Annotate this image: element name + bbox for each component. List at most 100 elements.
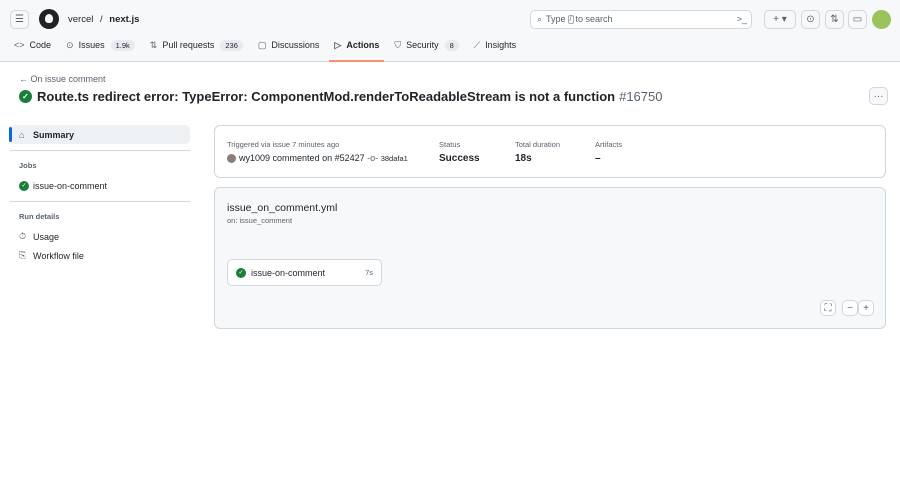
job-node[interactable]: ✓ issue-on-comment 7s bbox=[227, 259, 382, 286]
tab-counter: 1.9k bbox=[110, 40, 135, 51]
tab-discussions[interactable]: ▢ Discussions bbox=[258, 40, 320, 62]
breadcrumb: vercel / next.js bbox=[68, 14, 139, 25]
plus-icon: + bbox=[863, 302, 869, 314]
sidebar-item-job[interactable]: ✓ issue-on-comment bbox=[10, 176, 190, 195]
commit-icon: -o- bbox=[367, 153, 379, 163]
page-title: ✓ Route.ts redirect error: TypeError: Co… bbox=[19, 89, 662, 104]
code-icon: <> bbox=[14, 40, 25, 50]
discussion-icon: ▢ bbox=[257, 40, 267, 50]
tab-label: Discussions bbox=[271, 40, 320, 50]
menu-button[interactable]: ☰ bbox=[10, 9, 29, 29]
search-shortcut: / bbox=[567, 14, 574, 24]
tab-insights[interactable]: ⟋ Insights bbox=[474, 40, 516, 62]
pull-request-icon: ⇅ bbox=[149, 40, 158, 50]
pull-requests-button[interactable]: ⇅ bbox=[825, 9, 844, 29]
issues-button[interactable]: ⊙ bbox=[801, 9, 820, 29]
fullscreen-icon: ⛶ bbox=[824, 302, 832, 314]
jobs-heading: Jobs bbox=[19, 161, 37, 170]
repo-nav: <> Code ⊙ Issues 1.9k ⇅ Pull requests 236 ▢ Discu… bbox=[14, 40, 531, 62]
job-label: issue-on-comment bbox=[33, 180, 108, 191]
sidebar-item-usage[interactable]: ⏱ Usage bbox=[10, 227, 190, 246]
tab-actions[interactable]: ▷ Actions bbox=[329, 40, 385, 62]
issue-icon: ⊙ bbox=[806, 13, 815, 25]
artifacts-label: Artifacts bbox=[595, 140, 623, 149]
workflow-graph: issue_on_comment.yml on: issue_comment ✓… bbox=[214, 187, 886, 329]
create-new-button[interactable]: + ▾ bbox=[764, 9, 796, 29]
job-name: issue-on-comment bbox=[251, 267, 326, 278]
tab-issues[interactable]: ⊙ Issues 1.9k bbox=[66, 40, 135, 62]
issue-icon: ⊙ bbox=[66, 40, 74, 50]
more-options-button[interactable]: ··· bbox=[869, 87, 888, 105]
search-placeholder: Type bbox=[546, 14, 566, 24]
tab-label: Pull requests bbox=[162, 40, 215, 50]
summary-label: Summary bbox=[33, 129, 75, 140]
repo-link[interactable]: next.js bbox=[109, 14, 139, 25]
action-text: commented on bbox=[272, 153, 333, 163]
sidebar: ⌂ Summary Jobs ✓ issue-on-comment Run deta… bbox=[9, 125, 190, 265]
tab-counter: 8 bbox=[444, 40, 459, 51]
run-title: Route.ts redirect error: TypeError: Comp… bbox=[37, 89, 616, 104]
run-summary-card: Triggered via issue 7 minutes ago wy1009… bbox=[214, 125, 886, 178]
tab-label: Security bbox=[406, 40, 439, 50]
pull-request-icon: ⇅ bbox=[830, 13, 839, 25]
commit-link[interactable]: 38dafa1 bbox=[381, 154, 408, 163]
workflow-file-label: Workflow file bbox=[33, 250, 84, 261]
plus-icon: + ▾ bbox=[773, 13, 787, 25]
check-circle-icon: ✓ bbox=[19, 180, 29, 191]
run-number: #16750 bbox=[619, 89, 663, 104]
workflow-file-name: issue_on_comment.yml bbox=[227, 202, 338, 214]
search-placeholder-suffix: to search bbox=[575, 14, 613, 24]
app-header: ☰ vercel / next.js ⌕ Type / to search >_… bbox=[0, 0, 900, 62]
minus-icon: − bbox=[847, 302, 853, 314]
check-circle-icon: ✓ bbox=[236, 267, 246, 278]
tab-label: Insights bbox=[485, 40, 517, 50]
job-duration: 7s bbox=[365, 268, 373, 277]
run-details-heading: Run details bbox=[19, 212, 60, 221]
duration-value: 18s bbox=[515, 153, 532, 164]
kebab-icon: ··· bbox=[873, 90, 884, 102]
user-avatar bbox=[227, 154, 236, 164]
zoom-out-button[interactable]: − bbox=[842, 300, 858, 316]
check-circle-icon: ✓ bbox=[19, 90, 32, 103]
graph-icon: ⟋ bbox=[473, 40, 481, 50]
back-link[interactable]: ← On issue comment bbox=[19, 74, 106, 84]
artifacts-value: – bbox=[595, 153, 601, 164]
tab-label: Actions bbox=[346, 40, 380, 50]
sidebar-item-summary[interactable]: ⌂ Summary bbox=[9, 125, 190, 144]
inbox-icon: ▭ bbox=[852, 13, 863, 25]
stopwatch-icon: ⏱ bbox=[19, 231, 27, 241]
play-icon: ▷ bbox=[334, 40, 342, 50]
hamburger-icon: ☰ bbox=[15, 13, 24, 25]
tab-label: Code bbox=[29, 40, 52, 50]
tab-label: Issues bbox=[78, 40, 105, 50]
back-label: On issue comment bbox=[30, 74, 106, 84]
workflow-trigger: on: issue_comment bbox=[227, 216, 293, 225]
search-input[interactable]: ⌕ Type / to search >_ bbox=[530, 9, 752, 29]
status-value: Success bbox=[439, 153, 480, 164]
usage-label: Usage bbox=[33, 231, 60, 242]
duration-label: Total duration bbox=[515, 140, 561, 149]
home-icon: ⌂ bbox=[19, 129, 25, 140]
github-logo-icon[interactable] bbox=[39, 9, 59, 29]
fullscreen-button[interactable]: ⛶ bbox=[820, 300, 836, 316]
tab-code[interactable]: <> Code bbox=[14, 40, 51, 62]
search-icon: ⌕ bbox=[537, 13, 543, 24]
user-link[interactable]: wy1009 bbox=[239, 153, 270, 163]
command-palette-icon[interactable]: >_ bbox=[737, 14, 747, 24]
zoom-in-button[interactable]: + bbox=[858, 300, 874, 316]
owner-link[interactable]: vercel bbox=[68, 14, 93, 25]
trigger-details: wy1009 commented on #52427 -o- 38dafa1 bbox=[227, 153, 408, 164]
sidebar-item-workflow-file[interactable]: ⎘ Workflow file bbox=[10, 246, 190, 265]
divider bbox=[10, 201, 190, 202]
tab-security[interactable]: ⛉ Security 8 bbox=[394, 40, 459, 62]
shield-icon: ⛉ bbox=[394, 40, 402, 50]
status-label: Status bbox=[439, 140, 461, 149]
tab-pull-requests[interactable]: ⇅ Pull requests 236 bbox=[150, 40, 243, 62]
avatar[interactable] bbox=[872, 9, 891, 29]
file-icon: ⎘ bbox=[19, 250, 27, 260]
separator: / bbox=[99, 13, 103, 25]
inbox-button[interactable]: ▭ bbox=[848, 9, 867, 29]
triggered-text: Triggered via issue 7 minutes ago bbox=[227, 140, 340, 149]
tab-counter: 236 bbox=[220, 40, 243, 51]
issue-link[interactable]: #52427 bbox=[335, 153, 365, 163]
